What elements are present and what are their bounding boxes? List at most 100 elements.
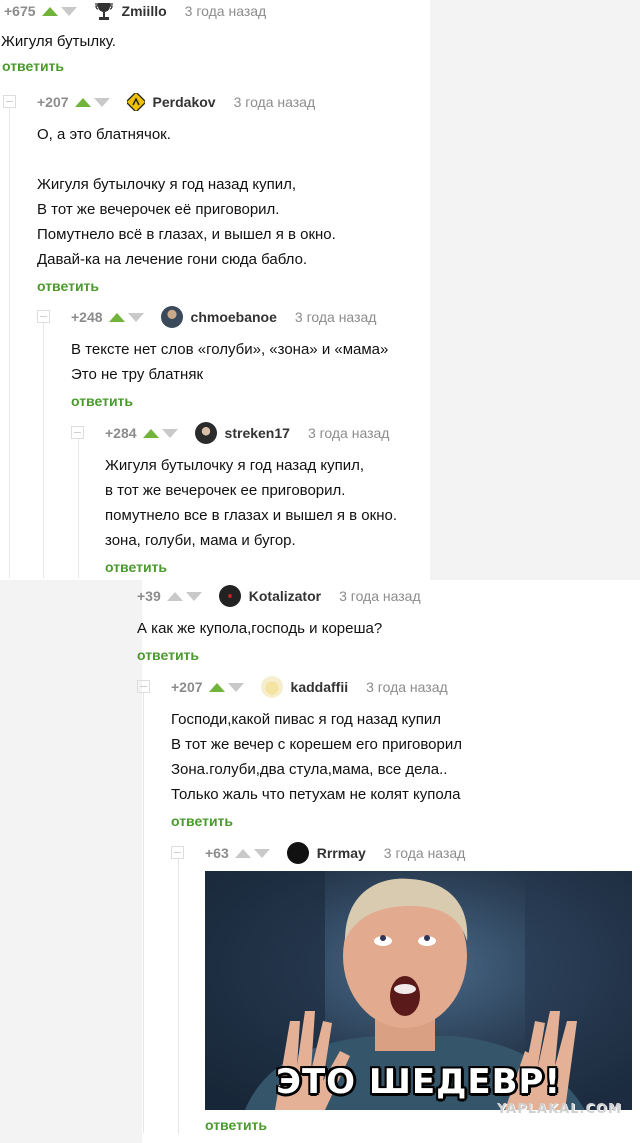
comment-header: +248 chmoebanoe 3 года назад [71, 306, 388, 328]
comment-rating: +248 [71, 309, 103, 325]
gray-background-right [430, 0, 640, 580]
reply-link[interactable]: ответить [71, 393, 388, 409]
upvote-arrow-icon[interactable] [74, 91, 91, 113]
downvote-arrow-icon[interactable] [93, 91, 110, 113]
reply-link[interactable]: ответить [137, 647, 421, 663]
comment: +248 chmoebanoe 3 года назад В тексте не… [71, 306, 388, 409]
comment: +675 Zmiillo 3 года назад Жигуля бутылку… [1, 0, 266, 74]
comment-author[interactable]: Zmiillo [122, 3, 167, 19]
upvote-arrow-icon[interactable] [41, 0, 58, 22]
thread-line [78, 438, 79, 578]
upvote-arrow-icon[interactable] [166, 585, 183, 607]
downvote-arrow-icon[interactable] [227, 676, 244, 698]
comment-line: Жигуля бутылочку я год назад купил, [37, 176, 297, 193]
collapse-toggle[interactable] [137, 680, 150, 693]
reply-link[interactable]: ответить [205, 1117, 267, 1133]
collapse-toggle[interactable] [71, 426, 84, 439]
comment-author[interactable]: Kotalizator [249, 588, 321, 604]
comment-line: В тот же вечер с корешем его приговорил [171, 736, 462, 753]
comment-author[interactable]: kaddaffii [291, 679, 349, 695]
comment-header: +675 Zmiillo 3 года назад [4, 0, 266, 22]
comment-author[interactable]: streken17 [225, 425, 290, 441]
comment: +207 kaddaffii 3 года назад Господи,како… [171, 676, 462, 829]
comment-text: Жигуля бутылочку я год назад купил, в то… [105, 453, 397, 553]
comment-line: Господи,какой пивас я год назад купил [171, 711, 442, 728]
user-avatar [194, 422, 217, 444]
comment-header: +207 Perdakov 3 года назад [37, 91, 336, 113]
downvote-arrow-icon[interactable] [185, 585, 202, 607]
comment-line: Жигуля бутылочку я год назад купил, [105, 457, 365, 474]
warning-sign-icon [124, 91, 147, 113]
comment-time[interactable]: 3 года назад [366, 679, 448, 695]
meme-image[interactable]: ЭТО ШЕДЕВР! [205, 871, 632, 1110]
collapse-toggle[interactable] [171, 846, 184, 859]
comment-line: О, а это блатнячок. [37, 126, 171, 143]
reply-link[interactable]: ответить [2, 58, 266, 74]
meme-caption: ЭТО ШЕДЕВР! [276, 1062, 561, 1102]
comment-author[interactable]: Rrrmay [317, 845, 366, 861]
thread-line [178, 859, 179, 1134]
thread-line [143, 693, 144, 1133]
trophy-icon [94, 0, 114, 22]
comment-line: Только жаль что петухам не колят купола [171, 786, 461, 803]
reply-link[interactable]: ответить [105, 559, 397, 575]
comment-header: +207 kaddaffii 3 года назад [171, 676, 462, 698]
comment-line: А как же купола,господь и кореша? [137, 620, 383, 637]
comment-rating: +63 [205, 845, 229, 861]
comment-line: помутнело все в глазах и вышел я в окно. [105, 507, 397, 524]
reply-link[interactable]: ответить [37, 278, 336, 294]
collapse-toggle[interactable] [3, 95, 16, 108]
comment-line: В тот же вечерочек её приговорил. [37, 201, 280, 218]
comment-line: Жигуля бутылку. [1, 33, 116, 50]
reply-link[interactable]: ответить [171, 813, 462, 829]
user-avatar [286, 842, 309, 864]
comment-line: в тот же вечерочек ее приговорил. [105, 482, 346, 499]
downvote-arrow-icon[interactable] [127, 306, 144, 328]
comment-rating: +675 [4, 3, 36, 19]
downvote-arrow-icon[interactable] [253, 842, 270, 864]
comment-author[interactable]: Perdakov [153, 94, 216, 110]
comment-line: Давай-ка на лечение гони сюда бабло. [37, 251, 308, 268]
gray-background-left [0, 580, 142, 1143]
site-watermark: YAPLAKAL.COM [497, 1102, 622, 1117]
upvote-arrow-icon[interactable] [208, 676, 225, 698]
comment-line: зона, голуби, мама и бугор. [105, 532, 296, 549]
comment-line: В тексте нет слов «голуби», «зона» и «ма… [71, 341, 389, 358]
comment-time[interactable]: 3 года назад [295, 309, 377, 325]
thread-line [43, 322, 44, 578]
comment-line: Это не тру блатняк [71, 366, 204, 383]
comment-rating: +284 [105, 425, 137, 441]
comment: +207 Perdakov 3 года назад О, а это блат… [37, 91, 336, 294]
comment-time[interactable]: 3 года назад [339, 588, 421, 604]
comment-header: +63 Rrrmay 3 года назад [205, 842, 465, 864]
downvote-arrow-icon[interactable] [60, 0, 77, 22]
comment: +39 Kotalizator 3 года назад А как же ку… [137, 585, 421, 663]
comment-rating: +207 [171, 679, 203, 695]
user-avatar [160, 306, 183, 328]
comment-time[interactable]: 3 года назад [308, 425, 390, 441]
upvote-arrow-icon[interactable] [142, 422, 159, 444]
upvote-arrow-icon[interactable] [108, 306, 125, 328]
comment-text: О, а это блатнячок. Жигуля бутылочку я г… [37, 122, 336, 272]
comment-text: А как же купола,господь и кореша? [137, 616, 421, 641]
comment-rating: +39 [137, 588, 161, 604]
upvote-arrow-icon[interactable] [234, 842, 251, 864]
user-avatar [218, 585, 241, 607]
comment-header: +39 Kotalizator 3 года назад [137, 585, 421, 607]
thread-line [9, 108, 10, 578]
user-avatar [260, 676, 283, 698]
comment-author[interactable]: chmoebanoe [191, 309, 277, 325]
comment-rating: +207 [37, 94, 69, 110]
comment-time[interactable]: 3 года назад [384, 845, 466, 861]
comment-text: В тексте нет слов «голуби», «зона» и «ма… [71, 337, 388, 387]
comment: +284 streken17 3 года назад Жигуля бутыл… [105, 422, 397, 575]
comment-time[interactable]: 3 года назад [185, 3, 267, 19]
comment-header: +284 streken17 3 года назад [105, 422, 397, 444]
collapse-toggle[interactable] [37, 310, 50, 323]
comment-line: Помутнело всё в глазах, и вышел я в окно… [37, 226, 336, 243]
downvote-arrow-icon[interactable] [161, 422, 178, 444]
comment-time[interactable]: 3 года назад [234, 94, 316, 110]
comment-text: Господи,какой пивас я год назад купил В … [171, 707, 462, 807]
comment-line: Зона.голуби,два стула,мама, все дела.. [171, 761, 448, 778]
